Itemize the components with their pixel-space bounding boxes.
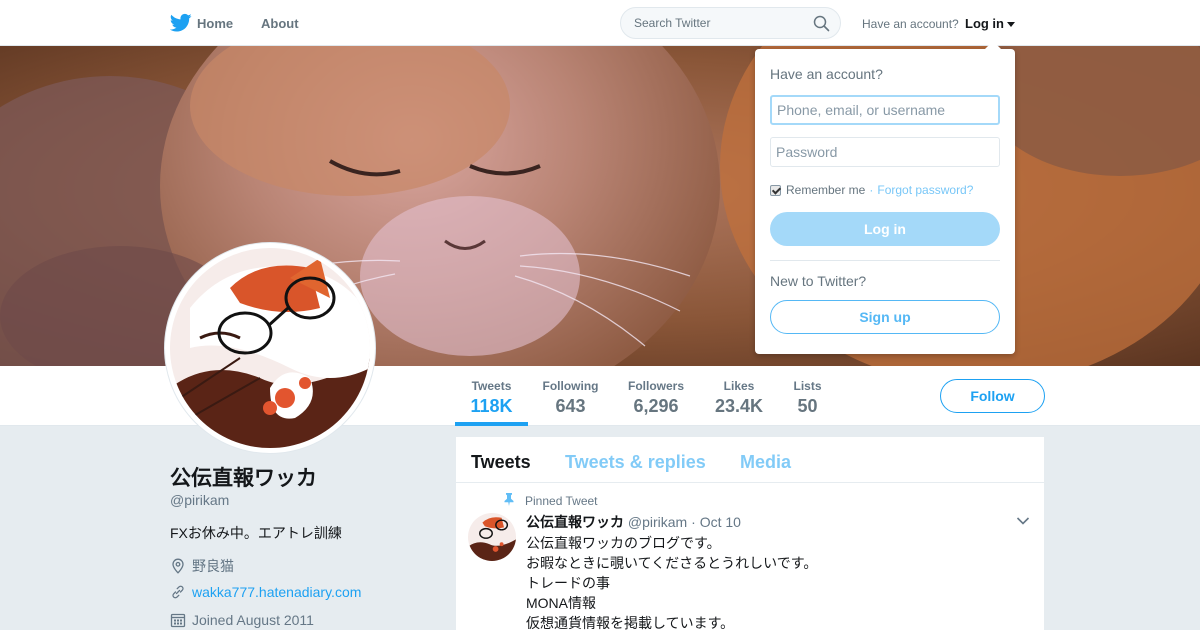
profile-location: 野良猫 <box>170 556 234 576</box>
chevron-down-icon[interactable] <box>1016 516 1030 526</box>
website-link[interactable]: wakka777.hatenadiary.com <box>192 584 361 600</box>
follow-button[interactable]: Follow <box>940 379 1045 413</box>
forgot-password-link[interactable]: Forgot password? <box>877 183 973 197</box>
location-text: 野良猫 <box>192 558 234 574</box>
stat-likes[interactable]: Likes 23.4K <box>709 366 769 426</box>
profile-bio: FXお休み中。エアトレ訓練 <box>170 525 342 541</box>
nav-about-link[interactable]: About <box>261 16 299 31</box>
timeline-tabs: Tweets Tweets & replies Media <box>456 437 1044 483</box>
login-dropdown-title: Have an account? <box>770 66 883 82</box>
password-input[interactable] <box>770 137 1000 167</box>
tweet-timestamp[interactable]: Oct 10 <box>700 514 741 530</box>
caret-down-icon <box>1007 22 1015 28</box>
tweet-avatar[interactable] <box>468 513 516 561</box>
username-input[interactable] <box>770 95 1000 125</box>
tweet-header: 公伝直報ワッカ @pirikam · Oct 10 <box>526 512 741 532</box>
profile-handle[interactable]: @pirikam <box>170 492 229 508</box>
stat-lists[interactable]: Lists 50 <box>785 366 830 426</box>
search-input[interactable]: Search Twitter <box>634 16 710 30</box>
new-to-twitter-text: New to Twitter? <box>770 273 867 289</box>
tab-media[interactable]: Media <box>740 452 791 473</box>
tweet-author-handle[interactable]: @pirikam <box>628 514 687 530</box>
pinned-tweet[interactable]: Pinned Tweet 公伝直報ワッカ @pirikam · Oct 10 公… <box>456 483 1044 630</box>
login-menu-label: Log in <box>965 16 1004 31</box>
signup-button[interactable]: Sign up <box>770 300 1000 334</box>
calendar-icon <box>170 613 186 628</box>
timeline: Tweets Tweets & replies Media Pinned Twe… <box>456 437 1044 630</box>
stat-followers-label: Followers <box>627 379 684 393</box>
stat-tweets-label: Tweets <box>471 379 512 393</box>
remember-me-row: Remember me · Forgot password? <box>770 183 973 197</box>
tab-tweets-and-replies[interactable]: Tweets & replies <box>565 452 706 473</box>
login-menu-button[interactable]: Log in <box>965 16 1015 31</box>
stat-likes-label: Likes <box>723 379 755 393</box>
profile-joined: Joined August 2011 <box>170 612 314 628</box>
tweet-text-line: お暇なときに覗いてくださるとうれしいです。 <box>526 555 818 571</box>
nav-home-link[interactable]: Home <box>197 16 233 31</box>
search-icon[interactable] <box>813 15 830 32</box>
stat-following-value: 643 <box>555 396 586 416</box>
stat-lists-label: Lists <box>793 379 822 393</box>
joined-text: Joined August 2011 <box>192 612 314 628</box>
stat-lists-value: 50 <box>797 396 818 416</box>
tweet-text: 公伝直報ワッカのブログです。 お暇なときに覗いてくださるとうれしいです。 トレー… <box>526 533 817 630</box>
top-navigation-bar: Home About Search Twitter Have an accoun… <box>0 0 1200 46</box>
stat-followers-value: 6,296 <box>633 396 679 416</box>
stat-likes-value: 23.4K <box>714 396 764 416</box>
stat-following-label: Following <box>542 379 599 393</box>
twitter-bird-icon[interactable] <box>170 13 192 33</box>
pin-icon <box>504 493 514 506</box>
have-account-text: Have an account? <box>862 17 959 31</box>
dropdown-divider <box>770 260 1000 261</box>
stat-following[interactable]: Following 643 <box>538 366 603 426</box>
login-dropdown: Have an account? Remember me · Forgot pa… <box>755 41 1015 354</box>
stat-followers[interactable]: Followers 6,296 <box>624 366 688 426</box>
tweet-text-line: MONA情報 <box>526 595 596 611</box>
tweet-text-line: 仮想通貨情報を掲載しています。 <box>526 615 735 630</box>
tweet-separator: · <box>691 514 696 530</box>
link-icon <box>172 585 184 599</box>
dropdown-caret <box>985 41 1001 49</box>
remember-me-checkbox[interactable] <box>770 184 781 196</box>
login-submit-button[interactable]: Log in <box>770 212 1000 246</box>
stat-tweets-value: 118K <box>470 396 513 416</box>
tab-tweets[interactable]: Tweets <box>471 452 531 473</box>
location-pin-icon <box>172 558 184 574</box>
stat-tweets[interactable]: Tweets 118K <box>455 366 528 426</box>
profile-name[interactable]: 公伝直報ワッカ <box>170 462 317 492</box>
tweet-text-line: トレードの事 <box>526 575 610 591</box>
pinned-tweet-label: Pinned Tweet <box>525 494 598 508</box>
tweet-text-line: 公伝直報ワッカのブログです。 <box>526 535 721 551</box>
profile-avatar[interactable] <box>165 243 375 453</box>
search-box[interactable]: Search Twitter <box>620 7 841 39</box>
remember-me-label[interactable]: Remember me <box>786 183 865 197</box>
tweet-author-name[interactable]: 公伝直報ワッカ <box>526 514 624 530</box>
forgot-separator: · <box>869 183 874 197</box>
profile-website[interactable]: wakka777.hatenadiary.com <box>170 584 361 600</box>
